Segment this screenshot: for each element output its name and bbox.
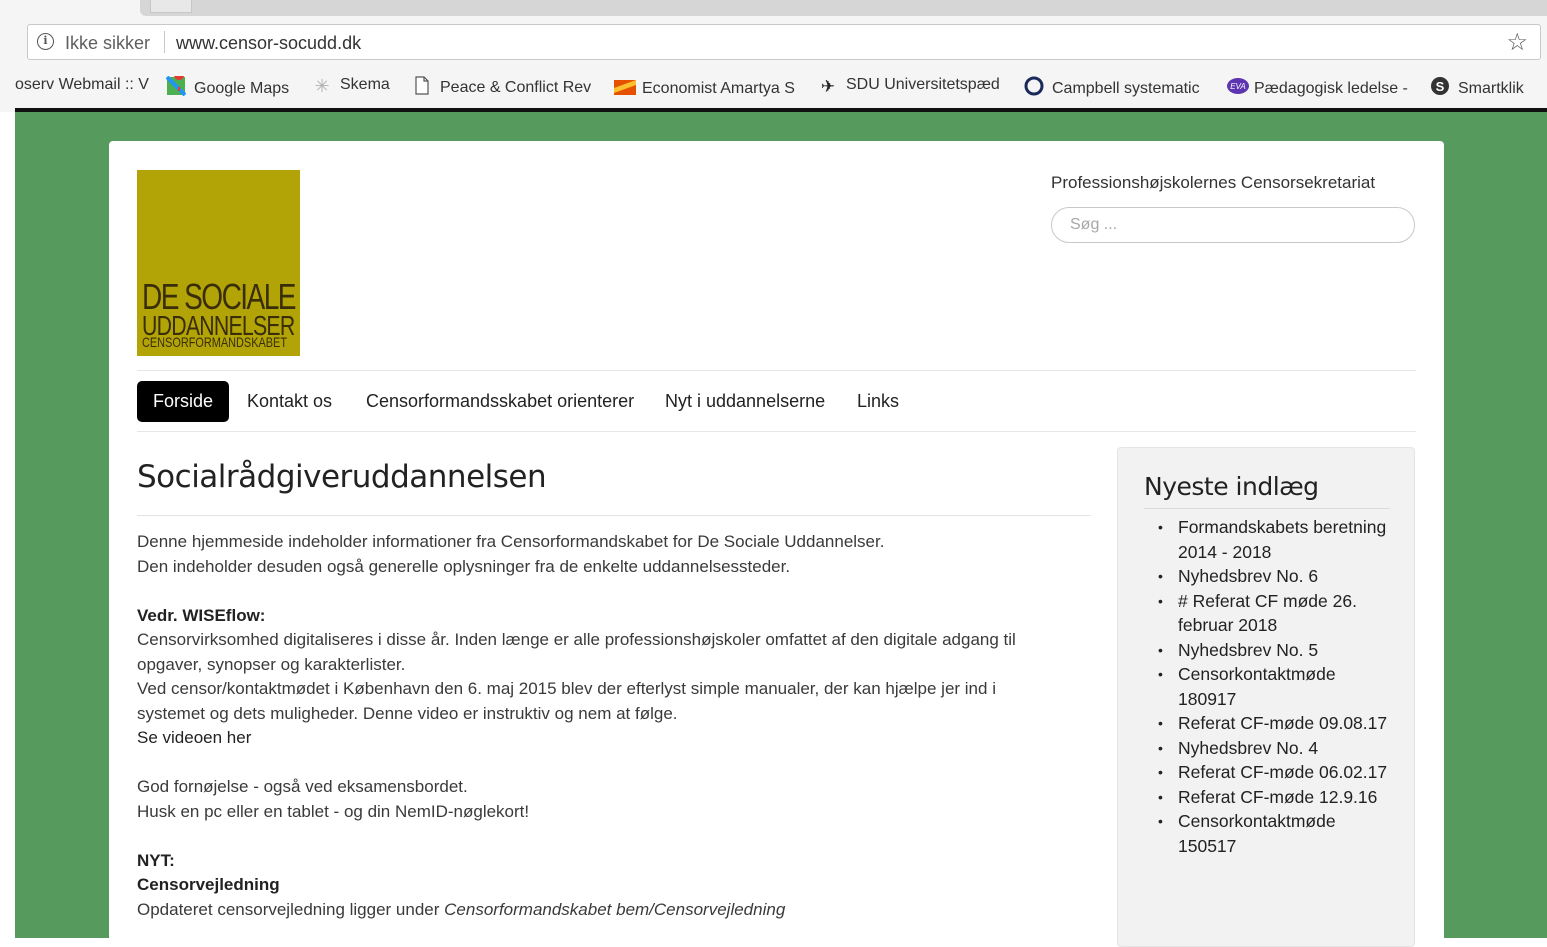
tab-strip (0, 0, 1547, 20)
recent-post-link[interactable]: Censorkontaktmøde 180917 (1158, 662, 1394, 711)
site-tagline: Professionshøjskolernes Censorsekretaria… (1051, 173, 1376, 192)
enjoy-line-2: Husk en pc eller en tablet - og din NemI… (137, 801, 530, 821)
bookmark-paedagogisk[interactable]: EVA Pædagogisk ledelse - (1226, 76, 1416, 98)
wiseflow-line-3: Ved censor/kontaktmødet i København den … (137, 679, 996, 698)
recent-post-link[interactable]: Referat CF-møde 12.9.16 (1158, 785, 1394, 810)
nav-item-forside[interactable]: Forside (137, 381, 230, 422)
enjoy-line-1: God fornøjelse - også ved eksamensbordet… (137, 777, 468, 796)
bookmark-campbell[interactable]: Campbell systematic (1024, 76, 1206, 98)
header-divider (137, 370, 1416, 371)
recent-post-link[interactable]: Nyhedsbrev No. 6 (1158, 564, 1394, 589)
bookmark-label: Campbell systematic (1052, 80, 1200, 97)
bookmark-label: Peace & Conflict Rev (440, 79, 592, 96)
circle-icon (1024, 76, 1044, 96)
censorvejledning-heading: Censorvejledning (137, 875, 280, 894)
sdu-icon: ✈ (820, 77, 836, 96)
wiseflow-line-2: opgaver, synopser og karakterlister. (137, 654, 406, 674)
wiseflow-line-1: Censorvirksomhed digitaliseres i disse å… (137, 630, 1016, 649)
nav-item-censorformandsskabet-orienterer[interactable]: Censorformandsskabet orienterer (366, 381, 634, 422)
economist-icon (614, 76, 636, 95)
bookmark-sdu[interactable]: ✈ SDU Universitetspæd (818, 76, 1006, 98)
bookmarks-bar: oserv Webmail :: V Google Maps ✳ Skema Pe… (0, 68, 1547, 104)
sidebar-recent-posts: Nyeste indlæg Formandskabets beretning 2… (1117, 447, 1415, 947)
s-icon: S (1430, 76, 1450, 95)
nav-item-links[interactable]: Links (857, 381, 899, 422)
new-heading: NYT: (137, 850, 175, 870)
intro-line-1: Denne hjemmeside indeholder informatione… (137, 532, 885, 551)
svg-text:EVA: EVA (1230, 82, 1246, 91)
content-container: DE SOCIALE UDDANNELSER CENSORFORMANDSKAB… (109, 141, 1444, 947)
bookmark-peace-conflict[interactable]: Peace & Conflict Rev (412, 76, 597, 98)
recent-posts-list: Formandskabets beretning 2014 - 2018 Nyh… (1144, 515, 1394, 858)
snowflake-icon: ✳ (314, 76, 330, 96)
bookmark-skema[interactable]: ✳ Skema (312, 76, 402, 98)
bookmark-economist[interactable]: Economist Amartya S (614, 76, 804, 98)
search-input[interactable] (1051, 207, 1415, 243)
intro-line-2: Den indeholder desuden også generelle op… (137, 556, 791, 576)
main-content: Socialrådgiveruddannelsen Denne hjemmesi… (137, 459, 1091, 922)
bookmark-label: Skema (340, 76, 390, 93)
recent-post-link[interactable]: Referat CF-møde 06.02.17 (1158, 760, 1394, 785)
nav-item-nyt-i-uddannelserne[interactable]: Nyt i uddannelserne (665, 381, 825, 422)
logo-line-3: CENSORFORMANDSKABET (142, 334, 288, 350)
video-link[interactable]: Se videoen her (137, 726, 1091, 751)
wiseflow-line-4: systemet og dets muligheder. Denne video… (137, 703, 678, 723)
svg-text:S: S (1436, 79, 1445, 94)
bookmark-label: Economist Amartya S (642, 80, 795, 97)
recent-post-link[interactable]: Nyhedsbrev No. 5 (1158, 638, 1394, 663)
browser-tab[interactable] (140, 0, 1547, 16)
sidebar-divider (1144, 508, 1390, 509)
bookmark-smartklik[interactable]: S Smartklik (1430, 76, 1540, 98)
address-bar[interactable]: i Ikke sikker www.censor-socudd.dk ☆ (27, 24, 1541, 60)
bookmark-google-maps[interactable]: Google Maps (166, 76, 306, 98)
eva-icon: EVA (1226, 76, 1249, 94)
bookmark-webmail[interactable]: oserv Webmail :: V (15, 76, 149, 98)
url-text[interactable]: www.censor-socudd.dk (176, 33, 361, 54)
page-icon (412, 76, 432, 95)
recent-post-link[interactable]: # Referat CF møde 26. februar 2018 (1158, 589, 1394, 638)
recent-post-link[interactable]: Censorkontaktmøde 150517 (1158, 809, 1394, 858)
nav-divider (137, 431, 1416, 432)
browser-chrome: i Ikke sikker www.censor-socudd.dk ☆ ose… (0, 0, 1547, 112)
bookmark-label: Smartklik (1458, 80, 1524, 97)
recent-post-link[interactable]: Nyhedsbrev No. 4 (1158, 736, 1394, 761)
site-logo[interactable]: DE SOCIALE UDDANNELSER CENSORFORMANDSKAB… (137, 170, 300, 356)
wiseflow-heading: Vedr. WISEflow: (137, 605, 266, 625)
page-title: Socialrådgiveruddannelsen (137, 459, 547, 495)
sidebar-title: Nyeste indlæg (1144, 472, 1319, 501)
address-separator (164, 31, 165, 53)
bookmark-label: SDU Universitetspæd (846, 76, 1000, 93)
bookmark-label: Pædagogisk ledelse - (1254, 80, 1408, 97)
bookmark-label: Google Maps (194, 80, 290, 97)
update-paragraph: Opdateret censorvejledning ligger under … (137, 898, 1091, 923)
star-icon[interactable]: ☆ (1506, 28, 1528, 57)
update-text: Opdateret censorvejledning ligger under (137, 899, 445, 919)
recent-post-link[interactable]: Referat CF-møde 09.08.17 (1158, 711, 1394, 736)
bookmark-label: oserv Webmail :: V (15, 76, 149, 93)
update-path: Censorformandskabet bem/Censorvejledning (444, 899, 786, 919)
maps-pin-icon (166, 76, 187, 97)
not-secure-label[interactable]: Ikke sikker (65, 33, 150, 54)
info-icon[interactable]: i (37, 33, 54, 50)
nav-item-kontakt-os[interactable]: Kontakt os (247, 381, 332, 422)
recent-post-link[interactable]: Formandskabets beretning 2014 - 2018 (1158, 515, 1394, 564)
tab-fragment (150, 0, 192, 13)
